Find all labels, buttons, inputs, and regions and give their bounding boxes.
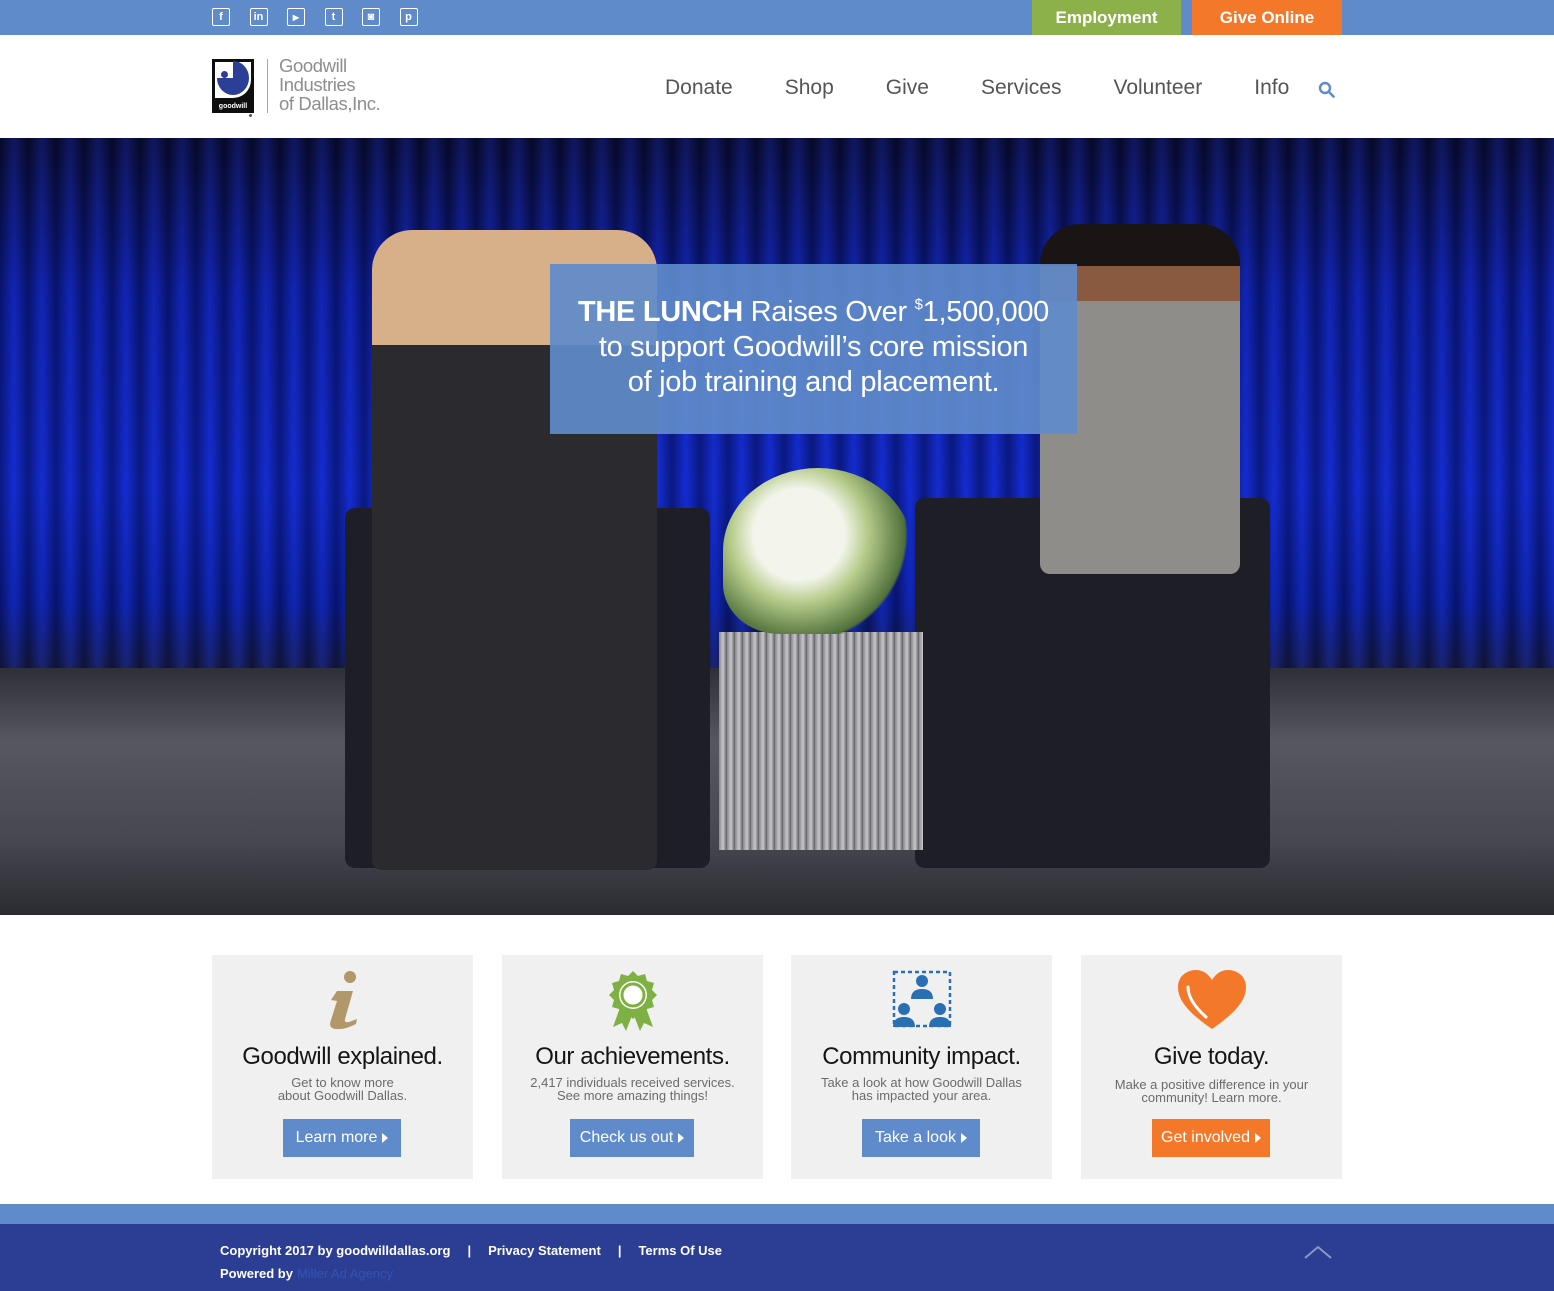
nav-item-volunteer[interactable]: Volunteer bbox=[1113, 76, 1202, 100]
pinterest-icon[interactable]: p bbox=[399, 8, 418, 26]
privacy-statement-link[interactable]: Privacy Statement bbox=[488, 1243, 601, 1258]
logo-registered-mark bbox=[249, 114, 252, 117]
card-title: Community impact. bbox=[822, 1043, 1021, 1070]
site-header: goodwill Goodwill Industries of Dallas,I… bbox=[0, 35, 1554, 138]
card-description: 2,417 individuals received services. See… bbox=[530, 1075, 735, 1103]
play-arrow-icon bbox=[1254, 1133, 1261, 1143]
logo-text[interactable]: Goodwill Industries of Dallas,Inc. bbox=[279, 56, 381, 113]
card-community-impact: Community impact. Take a look at how Goo… bbox=[791, 955, 1052, 1179]
youtube-icon[interactable]: ▶ bbox=[287, 8, 305, 26]
card-our-achievements: Our achievements. 2,417 individuals rece… bbox=[502, 955, 763, 1179]
flower-arrangement bbox=[723, 468, 913, 634]
hero-headline-line2: to support Goodwill’s core mission bbox=[598, 331, 1029, 363]
hero-banner[interactable]: THE LUNCH Raises Over $1,500,000 to supp… bbox=[0, 138, 1554, 915]
site-footer: Copyright 2017 by goodwilldallas.org | P… bbox=[0, 1224, 1554, 1291]
logo-wordmark: goodwill bbox=[218, 103, 248, 110]
facebook-icon[interactable]: f bbox=[212, 8, 230, 26]
play-arrow-icon bbox=[678, 1133, 685, 1143]
employment-button[interactable]: Employment bbox=[1032, 0, 1181, 35]
instagram-icon[interactable]: ◙ bbox=[362, 8, 380, 26]
get-involved-button[interactable]: Get involved bbox=[1152, 1119, 1270, 1157]
heart-icon bbox=[1177, 970, 1246, 1029]
card-give-today: Give today. Make a positive difference i… bbox=[1081, 955, 1342, 1179]
linkedin-icon[interactable]: in bbox=[249, 8, 268, 26]
hero-headline-box[interactable]: THE LUNCH Raises Over $1,500,000 to supp… bbox=[550, 264, 1077, 434]
give-online-button[interactable]: Give Online bbox=[1192, 0, 1342, 35]
copyright-text: Copyright 2017 by goodwilldallas.org bbox=[220, 1243, 451, 1258]
card-description: Get to know more about Goodwill Dallas. bbox=[277, 1075, 408, 1103]
hero-headline-line1: THE LUNCH Raises Over $1,500,000 bbox=[578, 296, 1049, 328]
card-description: Make a positive difference in your commu… bbox=[1114, 1077, 1309, 1105]
terms-of-use-link[interactable]: Terms Of Use bbox=[638, 1243, 722, 1258]
footer-accent-strip bbox=[0, 1204, 1554, 1224]
card-title: Goodwill explained. bbox=[242, 1043, 443, 1070]
powered-by: Powered by Miller Ad Agency bbox=[220, 1266, 394, 1281]
nav-item-info[interactable]: Info bbox=[1254, 76, 1289, 100]
card-description: Take a look at how Goodwill Dallas has i… bbox=[821, 1075, 1022, 1103]
learn-more-button[interactable]: Learn more bbox=[283, 1119, 401, 1157]
main-nav: Donate Shop Give Services Volunteer Info bbox=[665, 76, 1289, 100]
footer-separator: | bbox=[617, 1243, 622, 1258]
search-icon[interactable] bbox=[1318, 81, 1335, 98]
nav-item-give[interactable]: Give bbox=[886, 76, 929, 100]
agency-link[interactable]: Miller Ad Agency bbox=[297, 1266, 393, 1281]
logo-divider bbox=[267, 59, 268, 113]
footer-separator: | bbox=[467, 1243, 472, 1258]
twitter-icon[interactable]: t bbox=[324, 8, 343, 26]
take-a-look-button[interactable]: Take a look bbox=[862, 1119, 980, 1157]
top-bar: f in ▶ t ◙ p Employment Give Online bbox=[0, 0, 1554, 35]
nav-item-services[interactable]: Services bbox=[981, 76, 1062, 100]
back-to-top-chevron-icon[interactable] bbox=[1303, 1244, 1333, 1260]
card-goodwill-explained: Goodwill explained. Get to know more abo… bbox=[212, 955, 473, 1179]
info-icon bbox=[329, 971, 357, 1030]
social-links: f in ▶ t ◙ p bbox=[212, 8, 437, 26]
stage-table bbox=[719, 632, 923, 850]
nav-item-donate[interactable]: Donate bbox=[665, 76, 733, 100]
award-ribbon-icon bbox=[608, 971, 657, 1031]
footer-links: Copyright 2017 by goodwilldallas.org | P… bbox=[220, 1243, 722, 1258]
nav-item-shop[interactable]: Shop bbox=[785, 76, 834, 100]
card-title: Our achievements. bbox=[535, 1043, 730, 1070]
check-us-out-button[interactable]: Check us out bbox=[570, 1119, 694, 1157]
hero-headline-line3: of job training and placement. bbox=[627, 366, 1000, 398]
goodwill-logo-icon[interactable]: goodwill bbox=[212, 59, 254, 113]
play-arrow-icon bbox=[382, 1133, 389, 1143]
play-arrow-icon bbox=[960, 1133, 967, 1143]
card-title: Give today. bbox=[1153, 1043, 1270, 1070]
community-people-icon bbox=[892, 970, 951, 1028]
